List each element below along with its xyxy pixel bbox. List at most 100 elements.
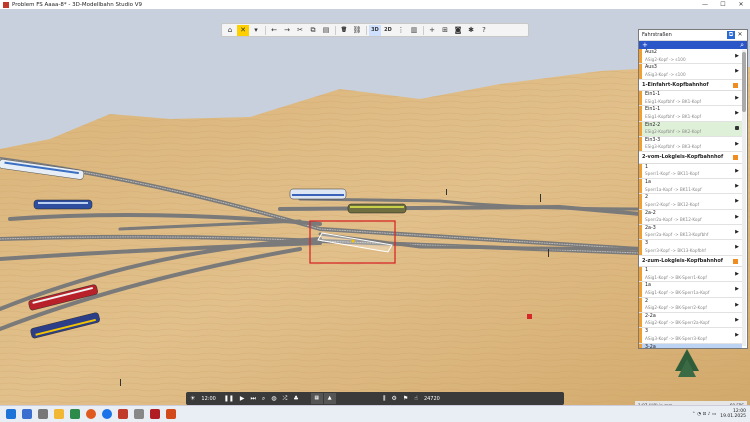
terrain-view-icon[interactable]: ▲ bbox=[323, 393, 336, 404]
route-item[interactable]: 1a ASig1-Kopf -> BK-Sperr1a-Kopf ▶ bbox=[639, 282, 742, 298]
start-icon[interactable] bbox=[6, 409, 16, 419]
taskbar-app-icon[interactable] bbox=[118, 409, 128, 419]
bottom-control-bar: ☀ 12:00 ❚❚ ▶ ⏭ ⌕ ◍ ⤮ ♣ ▦ ▲ ⫼ ⚙ ⚑ ☝ 24720 bbox=[186, 392, 564, 405]
activate-route-icon[interactable]: ▶ bbox=[735, 95, 739, 101]
taskbar-app-icon[interactable] bbox=[38, 409, 48, 419]
route-item[interactable]: 2 ASig2-Kopf -> BK-Sperr2-Kopf ▶ bbox=[639, 297, 742, 313]
globe-icon[interactable]: ◍ bbox=[271, 395, 276, 402]
route-item[interactable]: 1a Sperr1a-Kopf -> BK11-Kopf ▶ bbox=[639, 179, 742, 195]
clock[interactable]: 12:00 19.01.2025 bbox=[720, 409, 746, 420]
activate-route-icon[interactable]: ▶ bbox=[735, 183, 739, 189]
paste-button[interactable]: ▤ bbox=[320, 25, 332, 36]
route-item[interactable]: Aus2 ASig2-Kopf -> s100 ▶ bbox=[639, 49, 742, 65]
route-path: ASig3-Kopf -> BK-Sperr3-Kopf bbox=[645, 335, 707, 341]
activate-route-icon[interactable]: ▶ bbox=[735, 244, 739, 250]
activate-route-icon[interactable]: ▶ bbox=[735, 68, 739, 74]
sun-icon[interactable]: ☀ bbox=[190, 395, 195, 402]
route-item[interactable]: 2a-2 Sperr2a-Kopf -> BK12-Kopf ▶ bbox=[639, 209, 742, 225]
redo-button[interactable]: → bbox=[281, 25, 293, 36]
3d-viewport[interactable]: ⌂ ✕ ▾ ← → ✂ ⧉ ▤ 🗑 ⛓ 3D 2D ⋮ ▥ + ⊞ ◙ ✱? Fahrstraßen ⧉ ✕ + … bbox=[0, 9, 750, 410]
activate-route-icon[interactable]: ▶ bbox=[735, 302, 739, 308]
route-item[interactable]: 2-2a ASig2-Kopf -> BK-Sperr2a-Kopf ▶ bbox=[639, 312, 742, 329]
view-3d-button[interactable]: 3D bbox=[369, 24, 381, 36]
route-group-header[interactable]: 2-vom-Lokgleis-Kopfbahnhof bbox=[639, 152, 742, 164]
help-button[interactable]: ? bbox=[478, 25, 490, 36]
taskbar-app-icon[interactable] bbox=[150, 409, 160, 419]
activate-route-icon[interactable]: ▶ bbox=[735, 198, 739, 204]
settings-icon[interactable]: ⚙ bbox=[392, 395, 397, 402]
route-item[interactable]: Ein3-3 ESig3-Kopfbhf -> BK3-Kopf ▶ bbox=[639, 136, 742, 153]
minimize-button[interactable]: — bbox=[696, 0, 714, 9]
tools-button[interactable]: ✕ bbox=[237, 24, 249, 36]
activate-route-icon[interactable]: ▶ bbox=[735, 229, 739, 235]
tree-icon[interactable]: ♣ bbox=[293, 395, 298, 402]
grid-button[interactable]: ⋮ bbox=[395, 25, 407, 36]
taskbar-app-icon[interactable] bbox=[70, 409, 80, 419]
layout-button[interactable]: ⊞ bbox=[439, 25, 451, 36]
activate-route-icon[interactable]: ▶ bbox=[735, 286, 739, 292]
panel-title-bar: Fahrstraßen ⧉ ✕ bbox=[639, 30, 747, 41]
route-item[interactable]: 3-2aASig3-Kopf -> BK-Sperr2a-Kopf▶ bbox=[639, 343, 742, 349]
route-path: ASig2-Kopf -> BK-Sperr2a-Kopf bbox=[645, 320, 710, 326]
route-name: Aus3 bbox=[645, 65, 657, 71]
activate-route-icon[interactable]: ▶ bbox=[735, 168, 739, 174]
route-item[interactable]: 1 Sperr1-Kopf -> BK11-Kopf ▶ bbox=[639, 163, 742, 180]
route-item[interactable]: 2a-3 Sperr2a-Kopf -> BK13-Kopfbhf ▶ bbox=[639, 224, 742, 241]
route-group-header[interactable]: 2-zum-Lokgleis-Kopfbahnhof bbox=[639, 256, 742, 268]
route-group-header[interactable]: 1-Einfahrt-Kopfbahnhof bbox=[639, 80, 742, 92]
modellbahn-app-icon[interactable] bbox=[166, 409, 176, 419]
delete-button[interactable]: 🗑 bbox=[338, 25, 350, 36]
activate-route-icon[interactable]: ▶ bbox=[735, 214, 739, 220]
search-object-icon[interactable]: ⌕ bbox=[262, 395, 265, 403]
browser-icon[interactable] bbox=[86, 409, 96, 419]
route-item[interactable]: 1 ASig1-Kopf -> BK-Sperr1-Kopf ▶ bbox=[639, 267, 742, 283]
grid-view-icon[interactable]: ▦ bbox=[310, 393, 323, 404]
taskbar-app-icon[interactable] bbox=[22, 409, 32, 419]
shuffle-icon[interactable]: ⤮ bbox=[283, 395, 288, 403]
route-color-bar bbox=[639, 240, 642, 255]
activate-route-icon[interactable]: ▶ bbox=[735, 317, 739, 323]
tray-icons[interactable]: ⌃ ◔ ⊡ ♪ ▭ bbox=[692, 412, 716, 417]
activate-route-icon[interactable]: ▶ bbox=[735, 348, 739, 349]
cursor-icon[interactable]: ☝ bbox=[414, 395, 418, 402]
route-item[interactable]: 3 ASig3-Kopf -> BK-Sperr3-Kopf ▶ bbox=[639, 328, 742, 344]
activate-route-icon[interactable]: ▶ bbox=[735, 53, 739, 59]
maximize-button[interactable]: ☐ bbox=[714, 0, 732, 9]
add-route-icon[interactable]: + bbox=[642, 41, 740, 49]
route-item[interactable]: Ein1-1 ESig1-Kopfbhf -> BK1-Kopf ▶ bbox=[639, 106, 742, 122]
route-item[interactable]: Ein2-2 ESig2-Kopfbhf -> BK2-Kopf bbox=[639, 121, 742, 137]
undo-button[interactable]: ← bbox=[268, 25, 280, 36]
route-item[interactable]: 3 Sperr3-Kopf -> BK13-Kopfbhf ▶ bbox=[639, 240, 742, 256]
route-item[interactable]: 2 Sperr2-Kopf -> BK12-Kopf ▶ bbox=[639, 194, 742, 210]
route-path: ASig2-Kopf -> s100 bbox=[645, 56, 686, 62]
route-item[interactable]: Ein1-1 ESig1-Kopfbhf -> BK1-Kopf ▶ bbox=[639, 91, 742, 107]
folder-icon[interactable] bbox=[54, 409, 64, 419]
home-button[interactable]: ⌂ bbox=[224, 25, 236, 36]
link-button[interactable]: ⛓ bbox=[351, 25, 363, 36]
activate-route-icon[interactable]: ▶ bbox=[735, 332, 739, 338]
close-button[interactable]: ✕ bbox=[732, 0, 750, 9]
fast-forward-icon[interactable]: ⏭ bbox=[251, 395, 256, 403]
activate-route-icon[interactable]: ▶ bbox=[735, 271, 739, 277]
activate-route-icon[interactable]: ▶ bbox=[735, 110, 739, 116]
undock-icon[interactable]: ⧉ bbox=[727, 31, 735, 39]
panel-close-icon[interactable]: ✕ bbox=[736, 31, 744, 39]
layers-button[interactable]: ▥ bbox=[408, 25, 420, 36]
save-button[interactable]: ▾ bbox=[250, 25, 262, 36]
plugins-button[interactable]: ✱ bbox=[465, 25, 477, 36]
sliders-icon[interactable]: ⫼ bbox=[383, 395, 386, 403]
route-item[interactable]: Aus3 ASig3-Kopf -> s100 ▶ bbox=[639, 64, 742, 80]
group-color-marker bbox=[733, 155, 738, 161]
camera-button[interactable]: ◙ bbox=[452, 25, 464, 36]
cut-button[interactable]: ✂ bbox=[294, 25, 306, 36]
pause-icon[interactable]: ❚❚ bbox=[224, 395, 234, 402]
view-2d-button[interactable]: 2D bbox=[382, 25, 394, 36]
copy-button[interactable]: ⧉ bbox=[307, 25, 319, 36]
browser-icon[interactable] bbox=[102, 409, 112, 419]
signal-icon[interactable]: ⚑ bbox=[403, 395, 408, 402]
play-icon[interactable]: ▶ bbox=[240, 395, 245, 402]
activate-route-icon[interactable]: ▶ bbox=[735, 141, 739, 147]
add-button[interactable]: + bbox=[426, 25, 438, 36]
taskbar-app-icon[interactable] bbox=[134, 409, 144, 419]
panel-scrollbar[interactable] bbox=[742, 50, 746, 346]
